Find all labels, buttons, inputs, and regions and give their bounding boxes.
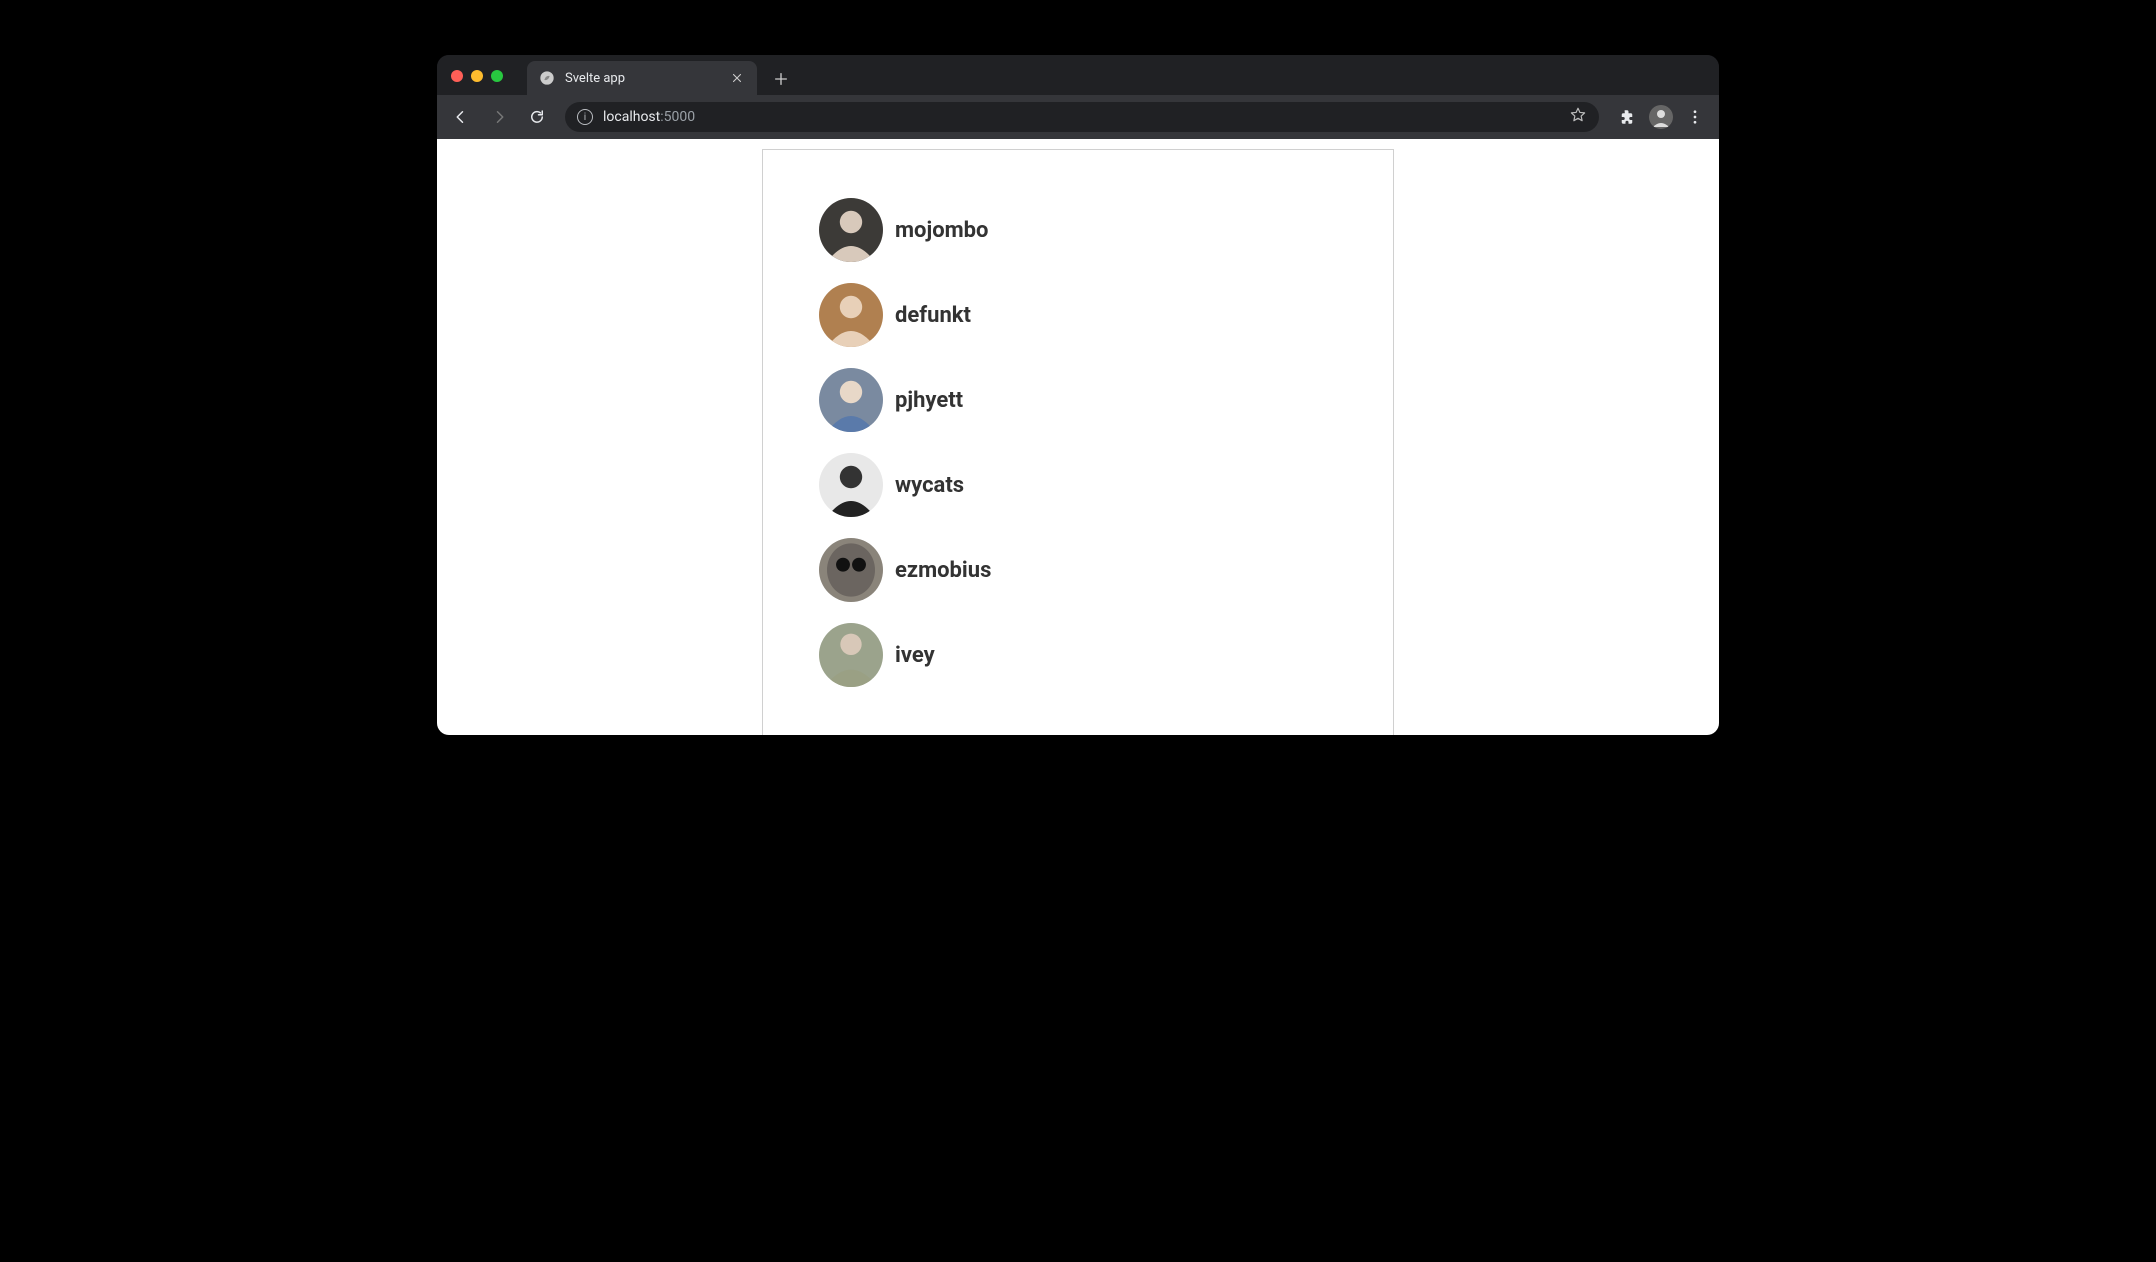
user-name: defunkt [895, 303, 971, 328]
address-bar[interactable]: i localhost:5000 [565, 102, 1599, 132]
new-tab-button[interactable] [767, 65, 795, 93]
avatar [819, 623, 883, 687]
forward-button[interactable] [483, 101, 515, 133]
user-row[interactable]: defunkt [819, 283, 1337, 347]
window-close-button[interactable] [451, 70, 463, 82]
toolbar: i localhost:5000 [437, 95, 1719, 139]
browser-window: Svelte app i localhost:5000 [437, 55, 1719, 735]
window-minimize-button[interactable] [471, 70, 483, 82]
user-row[interactable]: mojombo [819, 198, 1337, 262]
user-name: ezmobius [895, 558, 991, 583]
user-row[interactable]: wycats [819, 453, 1337, 517]
back-button[interactable] [445, 101, 477, 133]
reload-button[interactable] [521, 101, 553, 133]
avatar [819, 198, 883, 262]
close-tab-button[interactable] [729, 70, 745, 86]
window-maximize-button[interactable] [491, 70, 503, 82]
avatar [819, 283, 883, 347]
user-list-card: mojombo defunkt pjhyett [762, 149, 1394, 735]
viewport: mojombo defunkt pjhyett [437, 139, 1719, 735]
url-host: localhost [603, 109, 660, 125]
user-name: ivey [895, 643, 935, 668]
svelte-favicon-icon [539, 70, 555, 86]
user-name: mojombo [895, 218, 988, 243]
user-row[interactable]: ivey [819, 623, 1337, 687]
user-row[interactable]: ezmobius [819, 538, 1337, 602]
page: mojombo defunkt pjhyett [437, 139, 1719, 735]
url-port: :5000 [660, 109, 695, 125]
tab-strip: Svelte app [437, 55, 1719, 95]
browser-tab[interactable]: Svelte app [527, 61, 757, 95]
user-name: pjhyett [895, 388, 963, 413]
tab-title: Svelte app [565, 71, 719, 86]
site-info-icon[interactable]: i [577, 109, 593, 125]
extensions-button[interactable] [1611, 101, 1643, 133]
user-row[interactable]: pjhyett [819, 368, 1337, 432]
avatar [819, 453, 883, 517]
bookmark-star-icon[interactable] [1569, 106, 1587, 128]
window-controls [451, 61, 503, 95]
avatar [819, 538, 883, 602]
profile-avatar-button[interactable] [1649, 105, 1673, 129]
menu-button[interactable] [1679, 101, 1711, 133]
user-name: wycats [895, 473, 964, 498]
avatar [819, 368, 883, 432]
